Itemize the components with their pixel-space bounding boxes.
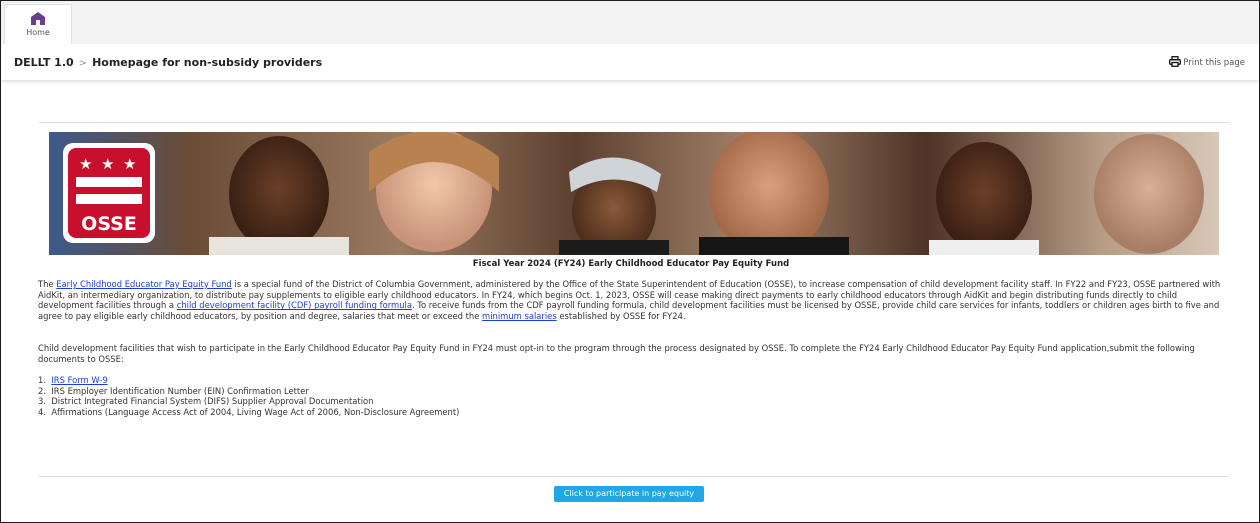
list-item: 4. Affirmations (Language Access Act of …	[38, 407, 459, 418]
list-item-text: District Integrated Financial System (DI…	[51, 396, 374, 407]
pay-equity-fund-link[interactable]: Early Childhood Educator Pay Equity Fund	[56, 279, 232, 289]
banner-image: ★ ★ ★ OSSE	[49, 132, 1219, 255]
home-tab[interactable]: Home	[4, 4, 72, 44]
list-item: 3. District Integrated Financial System …	[38, 396, 459, 407]
intro-text-4: established by OSSE for FY24.	[556, 311, 686, 322]
intro-text-1: The	[38, 279, 57, 289]
app-frame: Home DELLT 1.0 > Homepage for non-subsidy …	[0, 0, 1260, 523]
home-tab-label: Home	[26, 28, 50, 37]
page-header: DELLT 1.0 > Homepage for non-subsidy provi…	[1, 44, 1259, 80]
section-title: Fiscal Year 2024 (FY24) Early Childhood …	[472, 259, 790, 269]
svg-text:★: ★	[123, 155, 136, 173]
page-title: Homepage for non-subsidy providers	[92, 56, 323, 69]
irs-form-w9-link[interactable]: IRS Form W-9	[51, 375, 107, 385]
top-nav-bar: Home	[1, 1, 1259, 44]
required-documents-list: 1. IRS Form W-9 2. IRS Employer Identifi…	[38, 375, 459, 418]
minimum-salaries-link[interactable]: minimum salaries	[482, 311, 557, 321]
instructions-paragraph: Child development facilities that wish t…	[38, 343, 1195, 364]
breadcrumb-app-name[interactable]: DELLT 1.0	[14, 56, 74, 69]
divider	[39, 476, 1229, 477]
list-item: 1. IRS Form W-9	[38, 375, 459, 386]
participate-pay-equity-button[interactable]: Click to participate in pay equity	[554, 486, 704, 502]
printer-icon	[1169, 56, 1182, 67]
divider	[39, 122, 1229, 123]
breadcrumb: DELLT 1.0 > Homepage for non-subsidy provi…	[14, 56, 322, 69]
osse-logo-text: OSSE	[81, 213, 137, 235]
list-number: 4.	[38, 407, 46, 418]
print-page-button[interactable]: Print this page	[1169, 56, 1245, 68]
banner-photo: ★ ★ ★ OSSE	[49, 132, 1219, 255]
list-item: 2. IRS Employer Identification Number (E…	[38, 386, 459, 397]
svg-text:★: ★	[79, 155, 92, 173]
breadcrumb-separator: >	[78, 58, 88, 69]
list-number: 3.	[38, 396, 46, 407]
intro-paragraph: The Early Childhood Educator Pay Equity …	[38, 279, 1233, 322]
list-number: 2.	[38, 385, 46, 396]
list-item-text: IRS Employer Identification Number (EIN)…	[51, 385, 309, 396]
osse-logo: ★ ★ ★ OSSE	[63, 143, 155, 243]
home-icon	[31, 12, 45, 25]
list-number: 1.	[38, 375, 46, 385]
print-page-label: Print this page	[1183, 58, 1245, 68]
list-item-text: Affirmations (Language Access Act of 200…	[51, 407, 460, 418]
svg-text:★: ★	[101, 155, 114, 173]
cdf-payroll-formula-link[interactable]: child development facility (CDF) payroll…	[177, 300, 412, 310]
